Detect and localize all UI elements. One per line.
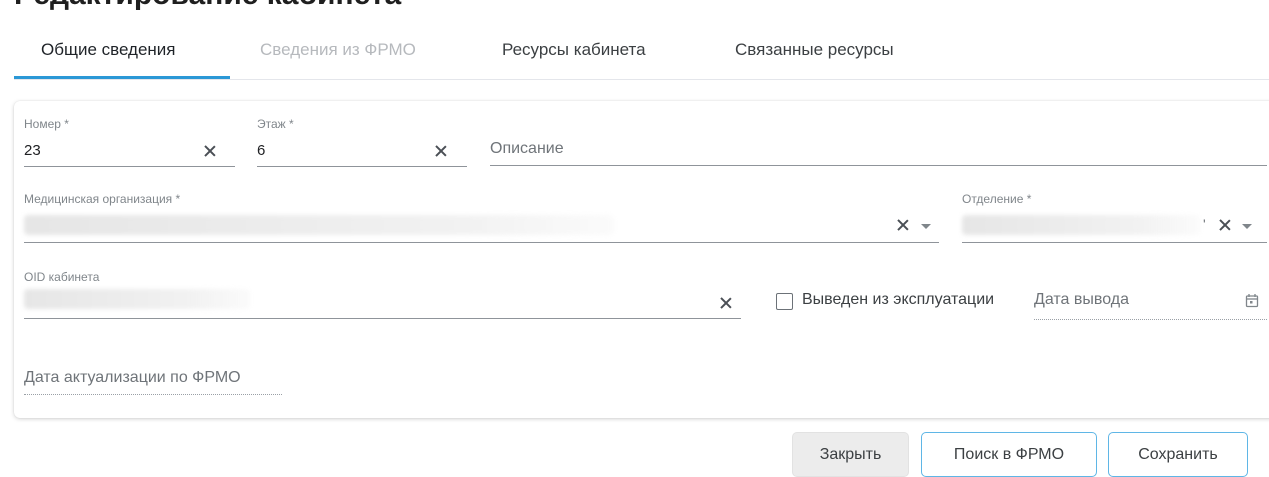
tab-linked-resources[interactable]: Связанные ресурсы [735, 40, 894, 60]
number-field[interactable]: Номер * 23 [24, 117, 235, 167]
floor-underline [257, 166, 467, 167]
description-placeholder: Описание [490, 140, 564, 157]
department-field[interactable]: Отделение * ' [962, 192, 1267, 244]
decommission-date-field[interactable]: Дата вывода [1034, 287, 1267, 321]
decommission-date-underline [1034, 319, 1267, 320]
tab-general[interactable]: Общие сведения [41, 40, 176, 60]
oid-label: OID кабинета [24, 270, 100, 284]
med-org-underline [24, 242, 939, 243]
clear-med-org-icon[interactable] [897, 219, 909, 231]
decommission-date-placeholder: Дата вывода [1034, 291, 1129, 308]
search-frmo-button[interactable]: Поиск в ФРМО [921, 432, 1097, 477]
decommissioned-label[interactable]: Выведен из эксплуатации [802, 291, 994, 309]
tab-frmo-info[interactable]: Сведения из ФРМО [260, 40, 416, 60]
save-button[interactable]: Сохранить [1108, 432, 1248, 477]
frmo-update-date-placeholder: Дата актуализации по ФРМО [24, 369, 241, 386]
clear-department-icon[interactable] [1219, 219, 1231, 231]
active-tab-indicator [14, 76, 230, 79]
department-underline [962, 242, 1267, 243]
tab-room-resources[interactable]: Ресурсы кабинета [502, 40, 646, 60]
oid-value-redacted [24, 289, 250, 309]
description-underline [490, 165, 1267, 166]
oid-underline [24, 318, 741, 319]
clear-oid-icon[interactable] [720, 297, 732, 309]
department-value-redacted [962, 215, 1200, 235]
frmo-update-date-field[interactable]: Дата актуализации по ФРМО [24, 367, 282, 397]
clear-floor-icon[interactable] [435, 145, 447, 157]
description-field[interactable]: Описание [490, 117, 1267, 167]
frmo-update-date-underline [24, 394, 282, 395]
med-org-value-redacted [24, 215, 614, 235]
department-dropdown-icon[interactable] [1242, 224, 1252, 229]
med-org-label: Медицинская организация * [24, 192, 181, 206]
floor-field[interactable]: Этаж * 6 [257, 117, 467, 167]
med-org-dropdown-icon[interactable] [921, 224, 931, 229]
clear-number-icon[interactable] [204, 145, 216, 157]
department-label: Отделение * [962, 192, 1032, 206]
decommissioned-checkbox[interactable] [776, 293, 793, 310]
number-label: Номер * [24, 117, 69, 131]
room-form-card: Номер * 23 Этаж * 6 Описание Медицинская… [14, 101, 1269, 418]
floor-value[interactable]: 6 [257, 142, 265, 159]
close-button[interactable]: Закрыть [792, 432, 909, 477]
department-value-tail: ' [1203, 216, 1206, 232]
calendar-icon[interactable] [1245, 293, 1259, 308]
tab-bar: Общие сведения Сведения из ФРМО Ресурсы … [14, 32, 1269, 80]
number-underline [24, 166, 235, 167]
number-value[interactable]: 23 [24, 142, 41, 159]
oid-field[interactable]: OID кабинета [24, 270, 741, 320]
page-title: Редактирование кабинета [14, 0, 401, 12]
floor-label: Этаж * [257, 117, 294, 131]
med-org-field[interactable]: Медицинская организация * [24, 192, 939, 244]
